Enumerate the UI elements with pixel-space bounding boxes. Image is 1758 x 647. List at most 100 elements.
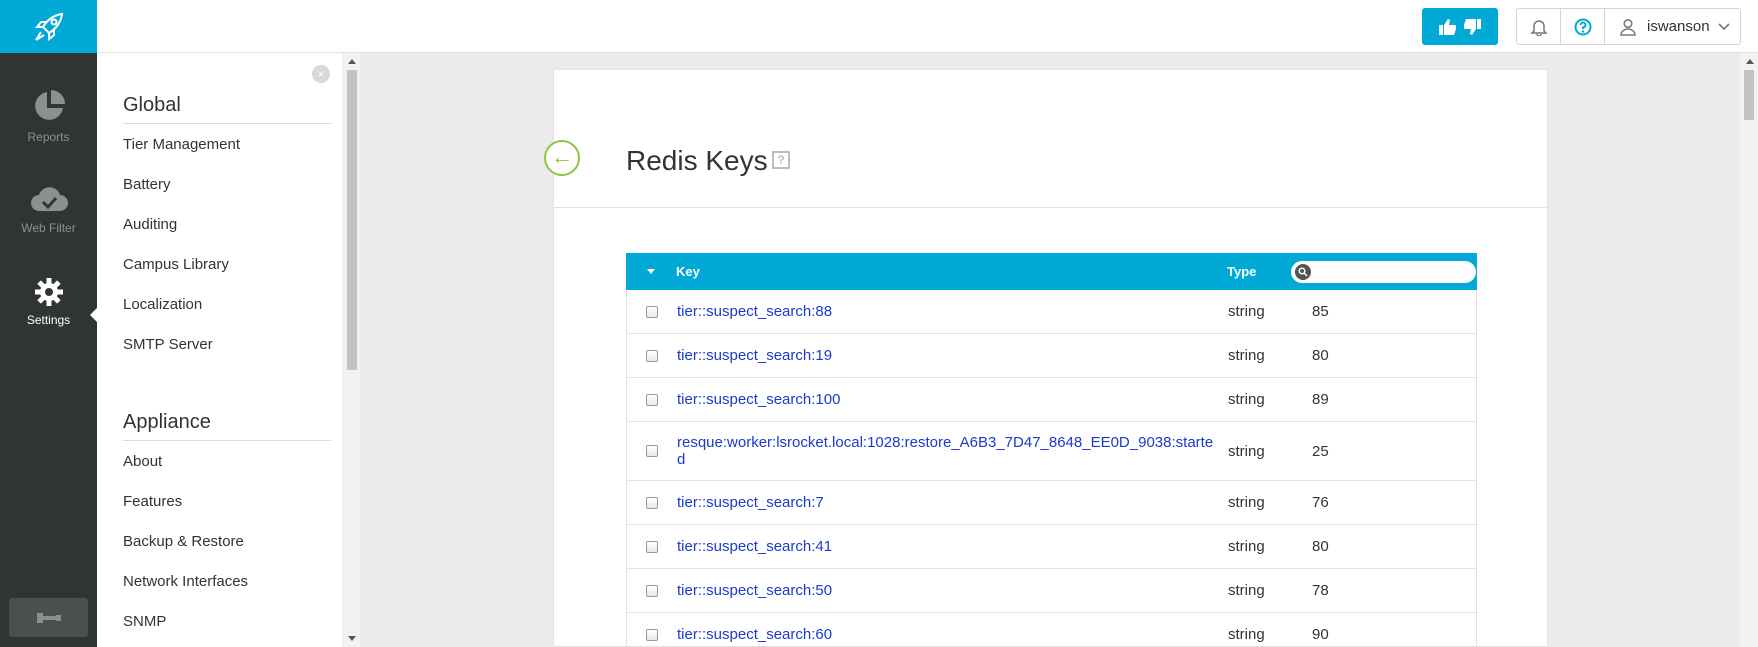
key-link[interactable]: resque:worker:lsrocket.local:1028:restor… [677,434,1213,468]
sidebar-scrollbar[interactable] [342,53,360,647]
key-cell: resque:worker:lsrocket.local:1028:restor… [677,434,1228,468]
app-rail: Reports Web Filter Settings [0,0,98,647]
user-menu[interactable]: iswanson [1605,9,1740,44]
rocket-logo[interactable] [0,0,97,53]
key-cell: tier::suspect_search:100 [677,391,1228,408]
scroll-up-arrow[interactable] [348,59,356,64]
user-icon [1620,18,1636,36]
type-cell: string [1228,626,1265,643]
table-body: tier::suspect_search:88 string 85 tier::sus… [626,290,1477,647]
close-sidebar-icon[interactable]: × [312,65,330,83]
help-circle-icon [1574,18,1591,35]
key-cell: tier::suspect_search:7 [677,494,1228,511]
type-cell: string [1228,303,1265,320]
pie-chart-icon [34,90,65,120]
key-link[interactable]: tier::suspect_search:41 [677,538,832,555]
sidebar-item-tier-management[interactable]: Tier Management [123,136,240,153]
user-name: iswanson [1647,18,1710,35]
help-button[interactable] [1561,9,1605,44]
key-link[interactable]: tier::suspect_search:60 [677,626,832,643]
row-checkbox[interactable] [646,540,658,553]
rail-label-settings: Settings [26,313,71,327]
value-cell: 85 [1312,303,1329,320]
sidebar-scroll-thumb[interactable] [347,70,357,370]
table-row: tier::suspect_search:7 string 76 [626,481,1477,525]
row-checkbox-cell [627,393,677,406]
row-checkbox[interactable] [646,393,658,406]
main-scrollbar[interactable] [1740,53,1758,647]
sidebar-item-snmp[interactable]: SNMP [123,613,166,630]
key-cell: tier::suspect_search:88 [677,303,1228,320]
logout-button[interactable] [9,598,88,637]
row-checkbox-cell [627,349,677,362]
sidebar-item-network-interfaces[interactable]: Network Interfaces [123,573,248,590]
logout-icon [36,612,61,623]
column-header-key[interactable]: Key [676,264,1227,279]
row-checkbox[interactable] [646,349,658,362]
value-cell: 80 [1312,538,1329,555]
sidebar-item-auditing[interactable]: Auditing [123,216,177,233]
value-cell: 25 [1312,442,1329,460]
table-row: tier::suspect_search:50 string 78 [626,569,1477,613]
top-bar: iswanson [97,0,1758,53]
key-link[interactable]: tier::suspect_search:88 [677,303,832,320]
key-link[interactable]: tier::suspect_search:100 [677,391,840,408]
notifications-button[interactable] [1517,9,1561,44]
row-checkbox-cell [627,305,677,318]
table-row: resque:worker:lsrocket.local:1028:restor… [626,422,1477,481]
row-checkbox-cell [627,584,677,597]
sidebar-item-smtp-server[interactable]: SMTP Server [123,336,213,353]
rail-label-web-filter: Web Filter [21,221,76,235]
rocket-icon [34,12,63,41]
key-link[interactable]: tier::suspect_search:50 [677,582,832,599]
redis-keys-table: Key Type tier::suspect_search:88 string 85… [626,253,1477,647]
type-cell: string [1228,347,1265,364]
select-all-dropdown[interactable] [626,269,676,274]
type-cell: string [1228,538,1265,555]
sidebar-item-localization[interactable]: Localization [123,296,202,313]
top-utilities: iswanson [1516,8,1741,45]
page-help-icon[interactable]: ? [772,151,790,169]
sidebar-item-campus-library[interactable]: Campus Library [123,256,229,273]
sidebar-item-features[interactable]: Features [123,493,182,510]
row-checkbox[interactable] [646,445,658,457]
scroll-down-arrow[interactable] [348,636,356,641]
row-checkbox[interactable] [646,628,658,641]
rail-item-reports[interactable]: Reports [0,88,97,144]
row-checkbox-cell [627,445,677,457]
main-scroll-up-arrow[interactable] [1746,59,1754,64]
feedback-button[interactable] [1422,8,1498,45]
table-search [1291,260,1477,283]
section-title-appliance: Appliance [123,411,331,441]
sidebar-item-backup-restore[interactable]: Backup & Restore [123,533,244,550]
thumbs-down-icon [1464,18,1481,35]
section-title-global: Global [123,94,331,124]
search-input[interactable] [1291,260,1476,283]
key-cell: tier::suspect_search:50 [677,582,1228,599]
value-cell: 89 [1312,391,1329,408]
sidebar-item-about[interactable]: About [123,453,162,470]
settings-sidebar: × Global Tier Management Battery Auditin… [97,53,360,647]
rail-label-reports: Reports [27,130,70,144]
page-title: Redis Keys [626,145,768,176]
column-header-type[interactable]: Type [1227,264,1291,279]
row-checkbox-cell [627,496,677,509]
sidebar-item-battery[interactable]: Battery [123,176,171,193]
back-button[interactable]: ← [544,140,580,176]
row-checkbox[interactable] [646,584,658,597]
row-checkbox[interactable] [646,305,658,318]
key-cell: tier::suspect_search:60 [677,626,1228,643]
redis-keys-panel: ← Redis Keys ? Key Type tier::suspect_se… [544,69,1548,647]
main-scroll-thumb[interactable] [1744,70,1754,120]
row-checkbox[interactable] [646,496,658,509]
table-row: tier::suspect_search:41 string 80 [626,525,1477,569]
key-link[interactable]: tier::suspect_search:7 [677,494,824,511]
key-link[interactable]: tier::suspect_search:19 [677,347,832,364]
rail-item-web-filter[interactable]: Web Filter [0,185,97,235]
type-cell: string [1228,391,1265,408]
rail-item-settings[interactable]: Settings [0,277,98,327]
value-cell: 80 [1312,347,1329,364]
key-cell: tier::suspect_search:19 [677,347,1228,364]
search-icon [1295,263,1311,280]
bell-icon [1529,19,1548,36]
